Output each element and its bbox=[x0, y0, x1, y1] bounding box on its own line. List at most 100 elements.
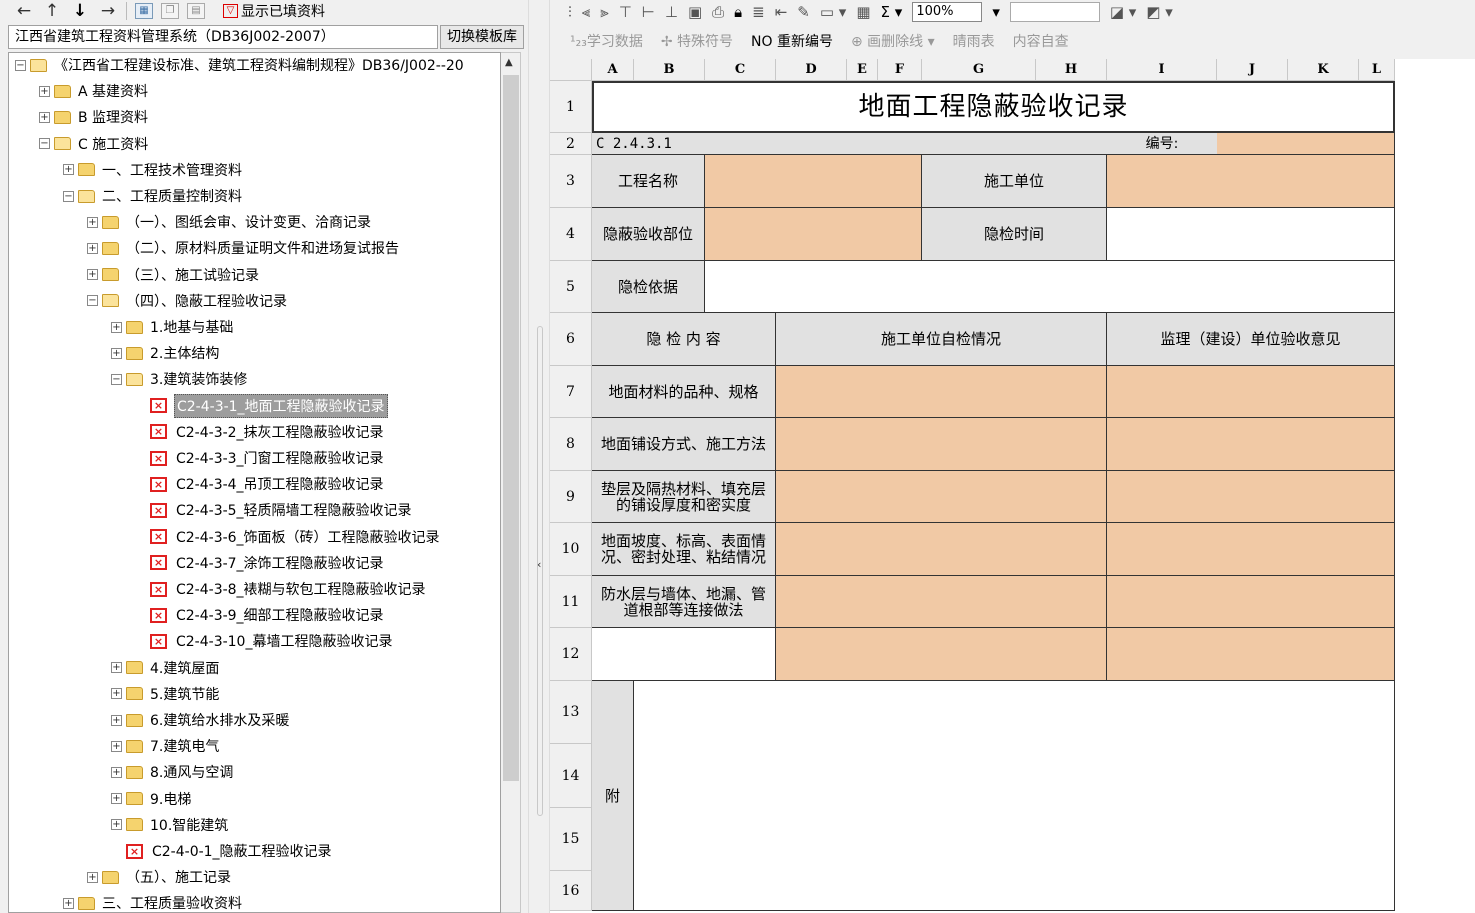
tree-item-folder[interactable]: +5.建筑节能 bbox=[111, 683, 221, 705]
tree-item-folder[interactable]: + （一）、图纸会审、设计变更、洽商记录 bbox=[87, 211, 373, 233]
row-header[interactable]: 10 bbox=[550, 523, 592, 576]
sum-icon[interactable]: Σ ▾ bbox=[881, 3, 903, 21]
content-check-button[interactable]: 内容自查 bbox=[1013, 31, 1069, 51]
tree-item-document[interactable]: × C2-4-3-10_幕墙工程隐蔽验收记录 bbox=[150, 630, 394, 652]
calculator-icon[interactable]: ▦ bbox=[856, 3, 870, 21]
self-check-input[interactable] bbox=[776, 628, 1107, 681]
tree-item-document[interactable]: × C2-4-3-8_裱糊与软包工程隐蔽验收记录 bbox=[150, 578, 428, 600]
column-header[interactable]: H bbox=[1036, 59, 1107, 81]
tree-item-folder[interactable]: +4.建筑屋面 bbox=[111, 657, 221, 679]
tree-item-folder[interactable]: − 二、工程质量控制资料 bbox=[63, 185, 244, 207]
inspection-basis-input[interactable] bbox=[705, 261, 1395, 313]
line-spacing-icon[interactable]: ≣ bbox=[752, 3, 765, 21]
supervision-input[interactable] bbox=[1107, 471, 1395, 523]
expand-icon[interactable]: + bbox=[111, 766, 122, 778]
tree-item-document[interactable]: × C2-4-3-4_吊顶工程隐蔽验收记录 bbox=[150, 473, 386, 495]
row-header[interactable]: 16 bbox=[550, 871, 592, 911]
collapse-left-icon[interactable]: ‹ bbox=[537, 558, 541, 571]
copy-icon[interactable]: ❐ bbox=[161, 3, 179, 19]
tree-item-folder[interactable]: + 一、工程技术管理资料 bbox=[63, 159, 244, 181]
expand-icon[interactable]: + bbox=[111, 321, 122, 333]
inspection-time-input[interactable] bbox=[1107, 208, 1395, 261]
lock-icon[interactable]: 🔒︎ bbox=[734, 3, 742, 21]
expand-icon[interactable]: + bbox=[87, 871, 98, 883]
collapse-icon[interactable]: − bbox=[63, 190, 74, 202]
row-header[interactable]: 3 bbox=[550, 155, 592, 208]
supervision-input[interactable] bbox=[1107, 366, 1395, 418]
row-header[interactable]: 5 bbox=[550, 261, 592, 313]
down-arrow-icon[interactable]: ↓ bbox=[70, 1, 90, 21]
expand-icon[interactable]: + bbox=[39, 85, 50, 97]
tree-item-document[interactable]: × C2-4-3-9_细部工程隐蔽验收记录 bbox=[150, 604, 386, 626]
column-header[interactable]: A bbox=[592, 59, 634, 81]
expand-icon[interactable]: + bbox=[111, 740, 122, 752]
zoom-dropdown-icon[interactable]: ▾ bbox=[992, 3, 1000, 21]
collapse-icon[interactable]: − bbox=[87, 295, 98, 307]
column-header[interactable]: C bbox=[705, 59, 776, 81]
expand-icon[interactable]: + bbox=[39, 111, 50, 123]
align-middle-icon[interactable]: ⊢ bbox=[642, 3, 655, 21]
tree-item-folder[interactable]: + B 监理资料 bbox=[39, 106, 150, 128]
learn-data-button[interactable]: ¹₂₃学习数据 bbox=[570, 31, 643, 51]
align-bottom-icon[interactable]: ⊥ bbox=[665, 3, 678, 21]
align-left-icon[interactable]: ⫶ bbox=[568, 3, 572, 21]
collapse-icon[interactable]: − bbox=[111, 373, 122, 385]
tree-scrollbar[interactable]: ▲ bbox=[501, 52, 521, 913]
tree-item-folder[interactable]: +1.地基与基础 bbox=[111, 316, 235, 338]
column-header[interactable]: G bbox=[922, 59, 1036, 81]
tree-item-folder[interactable]: +2.主体结构 bbox=[111, 342, 221, 364]
row-header[interactable]: 15 bbox=[550, 808, 592, 871]
forward-arrow-icon[interactable]: → bbox=[98, 1, 118, 21]
tree-item-folder[interactable]: − （四）、隐蔽工程验收记录 bbox=[87, 290, 289, 312]
row-header[interactable]: 14 bbox=[550, 744, 592, 808]
grid-icon[interactable]: ▤ bbox=[187, 3, 205, 19]
zoom-select[interactable]: 100% bbox=[912, 2, 983, 22]
supervision-input[interactable] bbox=[1107, 628, 1395, 681]
tree-item-document[interactable]: × C2-4-3-5_轻质隔墙工程隐蔽验收记录 bbox=[150, 499, 414, 521]
tree-item-document[interactable]: × C2-4-3-6_饰面板（砖）工程隐蔽验收记录 bbox=[150, 526, 442, 548]
number-input[interactable] bbox=[1217, 133, 1395, 155]
tree-item-folder[interactable]: +6.建筑给水排水及采暖 bbox=[111, 709, 291, 731]
self-check-input[interactable] bbox=[776, 523, 1107, 576]
expand-icon[interactable]: + bbox=[111, 662, 122, 674]
column-header[interactable]: F bbox=[878, 59, 922, 81]
row-header[interactable]: 13 bbox=[550, 681, 592, 744]
tree-item-folder[interactable]: + A 基建资料 bbox=[39, 80, 150, 102]
supervision-input[interactable] bbox=[1107, 418, 1395, 471]
construction-unit-input[interactable] bbox=[1107, 155, 1395, 208]
row-header[interactable]: 9 bbox=[550, 471, 592, 523]
tree-item-document[interactable]: × C2-4-3-7_涂饰工程隐蔽验收记录 bbox=[150, 552, 386, 574]
self-check-input[interactable] bbox=[776, 576, 1107, 628]
strikethrough-button[interactable]: ⊕ 画删除线 ▾ bbox=[851, 31, 935, 51]
tree-item-document[interactable]: × C2-4-3-1_地面工程隐蔽验收记录 bbox=[150, 393, 388, 418]
column-header[interactable]: E bbox=[847, 59, 878, 81]
expand-icon[interactable]: + bbox=[111, 688, 122, 700]
appendix-input[interactable] bbox=[634, 681, 1395, 911]
tree-item-folder[interactable]: − 《江西省工程建设标准、建筑工程资料编制规程》DB36/J002--20 bbox=[15, 54, 466, 76]
align-center-icon[interactable]: ⫷ bbox=[582, 3, 590, 21]
back-arrow-icon[interactable]: ← bbox=[14, 1, 34, 21]
align-top-icon[interactable]: ⊤ bbox=[619, 3, 632, 21]
weather-table-button[interactable]: 晴雨表 bbox=[953, 31, 995, 51]
tree-item-document[interactable]: × C2-4-3-3_门窗工程隐蔽验收记录 bbox=[150, 447, 386, 469]
expand-icon[interactable]: + bbox=[87, 216, 98, 228]
tree-item-folder[interactable]: + （五）、施工记录 bbox=[87, 866, 233, 888]
row-header[interactable]: 2 bbox=[550, 133, 592, 155]
switch-template-button[interactable]: 切换模板库 bbox=[440, 25, 524, 49]
print-icon[interactable]: ⎙ bbox=[712, 3, 724, 21]
pane-splitter[interactable]: ‹ bbox=[528, 0, 550, 913]
row-header[interactable]: 4 bbox=[550, 208, 592, 261]
tree-item-folder[interactable]: − C 施工资料 bbox=[39, 133, 150, 155]
column-header[interactable]: B bbox=[634, 59, 705, 81]
row-header[interactable]: 12 bbox=[550, 628, 592, 681]
renumber-button[interactable]: NO 重新编号 bbox=[751, 31, 833, 51]
format-painter-icon[interactable]: ✎ bbox=[797, 3, 810, 21]
row-header[interactable]: 6 bbox=[550, 313, 592, 366]
self-check-input[interactable] bbox=[776, 366, 1107, 418]
expand-icon[interactable]: + bbox=[111, 347, 122, 359]
expand-icon[interactable]: + bbox=[63, 897, 74, 909]
border-icon[interactable]: ◪ ▾ bbox=[1110, 3, 1136, 21]
expand-icon[interactable]: + bbox=[87, 242, 98, 254]
system-title-field[interactable]: 江西省建筑工程资料管理系统（DB36J002-2007） bbox=[8, 25, 438, 49]
image-icon[interactable]: ▭ ▾ bbox=[820, 3, 846, 21]
